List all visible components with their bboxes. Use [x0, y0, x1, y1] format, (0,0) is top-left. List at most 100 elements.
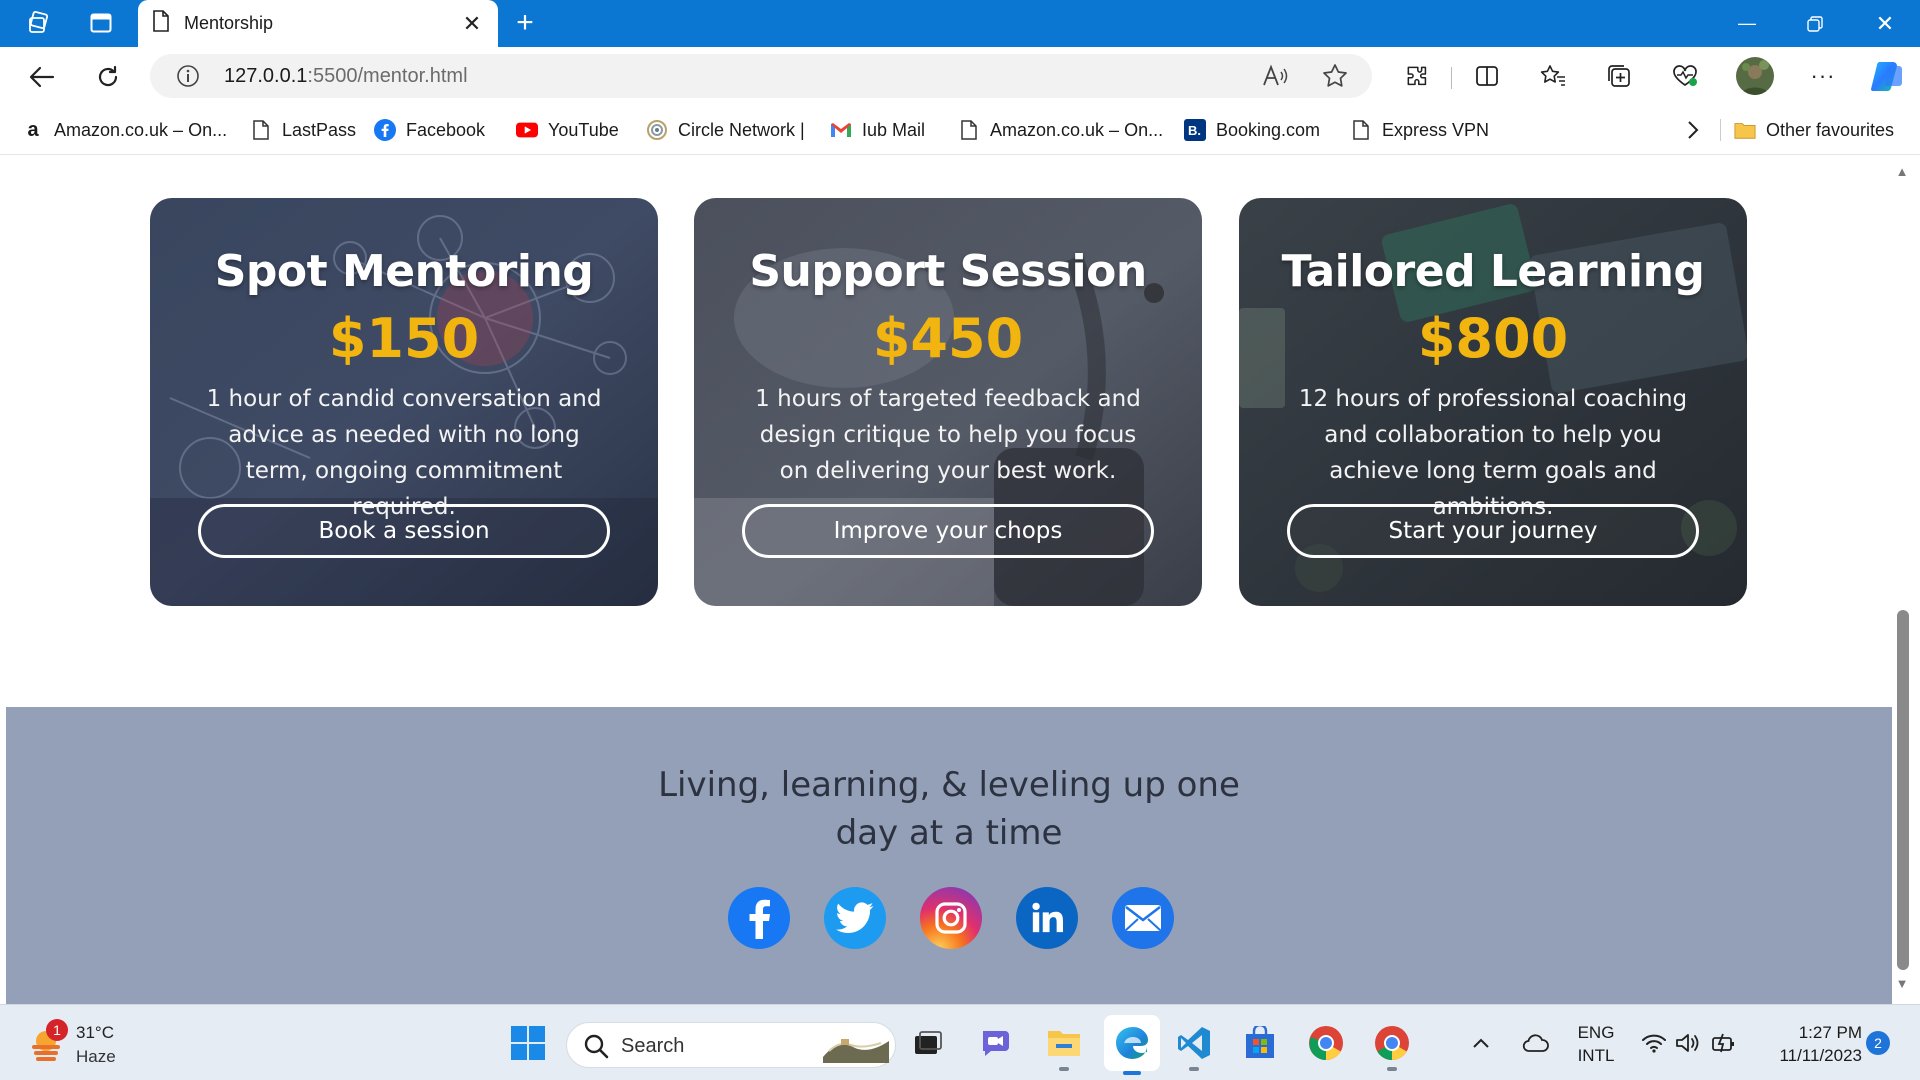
- more-bookmarks-chevron-icon[interactable]: [1686, 117, 1700, 143]
- pricing-card-tailored-learning: Tailored Learning $800 12 hours of profe…: [1239, 198, 1747, 606]
- refresh-button[interactable]: [90, 59, 126, 95]
- collections-icon[interactable]: [1602, 59, 1636, 93]
- favorites-bar: a Amazon.co.uk – On... LastPass Facebook…: [0, 105, 1920, 155]
- weather-alert-badge: 1: [46, 1019, 68, 1041]
- close-tab-icon[interactable]: ✕: [460, 11, 484, 37]
- minimize-button[interactable]: —: [1714, 0, 1780, 47]
- bookmark-iub-mail[interactable]: Iub Mail: [830, 117, 925, 143]
- language-line-2: INTL: [1577, 1046, 1615, 1065]
- bookmark-youtube[interactable]: YouTube: [516, 117, 619, 143]
- facebook-icon[interactable]: [728, 887, 790, 949]
- teams-chat-icon[interactable]: [972, 1019, 1020, 1067]
- split-screen-icon[interactable]: [1470, 59, 1504, 93]
- bookmark-label: Iub Mail: [862, 119, 926, 140]
- site-info-icon[interactable]: [176, 64, 200, 93]
- weather-widget[interactable]: 1 31°C Haze: [24, 1019, 164, 1069]
- taskbar-search-input[interactable]: Search: [566, 1022, 896, 1068]
- bookmark-lastpass[interactable]: LastPass: [250, 117, 356, 143]
- weather-description: Haze: [76, 1047, 116, 1066]
- linkedin-icon[interactable]: [1016, 887, 1078, 949]
- browser-essentials-icon[interactable]: [1668, 59, 1702, 93]
- windows-taskbar: 1 31°C Haze Search ENG INTL 1:27 PM 11/1…: [0, 1004, 1920, 1080]
- other-favourites-label: Other favourites: [1766, 119, 1895, 140]
- chrome-icon[interactable]: [1302, 1019, 1350, 1067]
- active-tab[interactable]: Mentorship ✕: [138, 0, 498, 47]
- bookmark-amazon-2[interactable]: Amazon.co.uk – On...: [958, 117, 1163, 143]
- search-highlight-image: [821, 1029, 891, 1068]
- address-bar-row: 127.0.0.1:5500/mentor.html ···: [0, 47, 1920, 105]
- page-icon: [152, 10, 170, 37]
- wifi-icon[interactable]: [1638, 1019, 1670, 1067]
- bookmark-label: Express VPN: [1382, 119, 1490, 140]
- card-price: $450: [872, 307, 1024, 370]
- extensions-icon[interactable]: [1400, 59, 1434, 93]
- chrome-profile-icon[interactable]: [1368, 1019, 1416, 1071]
- bookmark-booking[interactable]: B. Booking.com: [1184, 117, 1320, 143]
- url-input[interactable]: 127.0.0.1:5500/mentor.html: [150, 54, 1372, 98]
- amazon-icon: a: [27, 118, 39, 141]
- restore-button[interactable]: [1782, 0, 1848, 47]
- running-indicator: [1387, 1067, 1397, 1071]
- read-aloud-icon[interactable]: [1262, 64, 1288, 93]
- battery-charging-icon[interactable]: [1708, 1019, 1740, 1067]
- copilot-icon[interactable]: [1868, 57, 1906, 95]
- twitter-icon[interactable]: [824, 887, 886, 949]
- vertical-tabs-icon[interactable]: [88, 10, 114, 36]
- improve-chops-button[interactable]: Improve your chops: [742, 504, 1154, 558]
- input-language-indicator[interactable]: ENG INTL: [1570, 1021, 1622, 1067]
- bookmark-circle-network[interactable]: Circle Network |: [646, 117, 805, 143]
- bookmark-label: Amazon.co.uk – On...: [54, 119, 228, 140]
- card-title: Support Session: [749, 246, 1147, 297]
- bookmark-express-vpn[interactable]: Express VPN: [1350, 117, 1489, 143]
- favorites-icon[interactable]: [1536, 59, 1570, 93]
- other-favourites-folder[interactable]: Other favourites: [1734, 117, 1894, 143]
- volume-icon[interactable]: [1672, 1019, 1704, 1067]
- browser-titlebar: Mentorship ✕ + — ✕: [0, 0, 1920, 47]
- scroll-down-arrow-icon[interactable]: ▼: [1894, 976, 1910, 992]
- clock[interactable]: 1:27 PM 11/11/2023: [1750, 1021, 1862, 1067]
- settings-more-icon[interactable]: ···: [1806, 59, 1840, 93]
- url-path: :5500/mentor.html: [307, 65, 468, 87]
- edge-browser-icon[interactable]: [1104, 1015, 1160, 1075]
- start-journey-button[interactable]: Start your journey: [1287, 504, 1699, 558]
- profile-avatar[interactable]: [1736, 57, 1774, 95]
- booking-icon: B.: [1184, 119, 1206, 141]
- weather-temperature: 31°C: [76, 1023, 114, 1042]
- vscode-icon[interactable]: [1170, 1019, 1218, 1071]
- bookmark-facebook[interactable]: Facebook: [374, 117, 485, 143]
- task-view-icon[interactable]: [904, 1019, 952, 1067]
- bookmark-label: Facebook: [406, 119, 486, 140]
- show-hidden-icons-chevron-icon[interactable]: [1466, 1019, 1496, 1067]
- email-icon[interactable]: [1112, 887, 1174, 949]
- page-scrollbar-thumb[interactable]: [1897, 610, 1909, 970]
- start-button-windows-icon[interactable]: [504, 1019, 552, 1067]
- microsoft-store-icon[interactable]: [1236, 1019, 1284, 1067]
- bookmark-label: Booking.com: [1216, 119, 1321, 140]
- close-window-button[interactable]: ✕: [1852, 0, 1918, 47]
- active-indicator: [1123, 1071, 1141, 1075]
- gmail-icon: [830, 119, 852, 141]
- book-session-button[interactable]: Book a session: [198, 504, 610, 558]
- back-button[interactable]: [24, 59, 60, 95]
- instagram-icon[interactable]: [920, 887, 982, 949]
- scroll-up-arrow-icon[interactable]: ▲: [1894, 164, 1910, 180]
- notification-count-badge[interactable]: 2: [1866, 1031, 1890, 1055]
- footer-tagline: Living, learning, & leveling up one day …: [6, 761, 1892, 857]
- card-price: $800: [1417, 307, 1569, 370]
- search-placeholder: Search: [621, 1035, 685, 1057]
- bookmarks-divider: [1720, 119, 1721, 141]
- file-explorer-icon[interactable]: [1040, 1019, 1088, 1071]
- workspaces-icon[interactable]: [26, 10, 52, 36]
- new-tab-button[interactable]: +: [508, 6, 542, 40]
- page-icon: [958, 119, 980, 141]
- bookmark-amazon-1[interactable]: a Amazon.co.uk – On...: [22, 117, 227, 143]
- onedrive-cloud-icon[interactable]: [1516, 1019, 1556, 1067]
- tab-title: Mentorship: [184, 13, 274, 33]
- facebook-icon: [374, 119, 396, 141]
- bookmark-label: Amazon.co.uk – On...: [990, 119, 1164, 140]
- card-price: $150: [328, 307, 480, 370]
- language-line-1: ENG: [1577, 1023, 1615, 1042]
- tagline-line-2: day at a time: [835, 813, 1063, 853]
- favorite-star-icon[interactable]: [1322, 63, 1348, 94]
- search-icon: [583, 1033, 609, 1064]
